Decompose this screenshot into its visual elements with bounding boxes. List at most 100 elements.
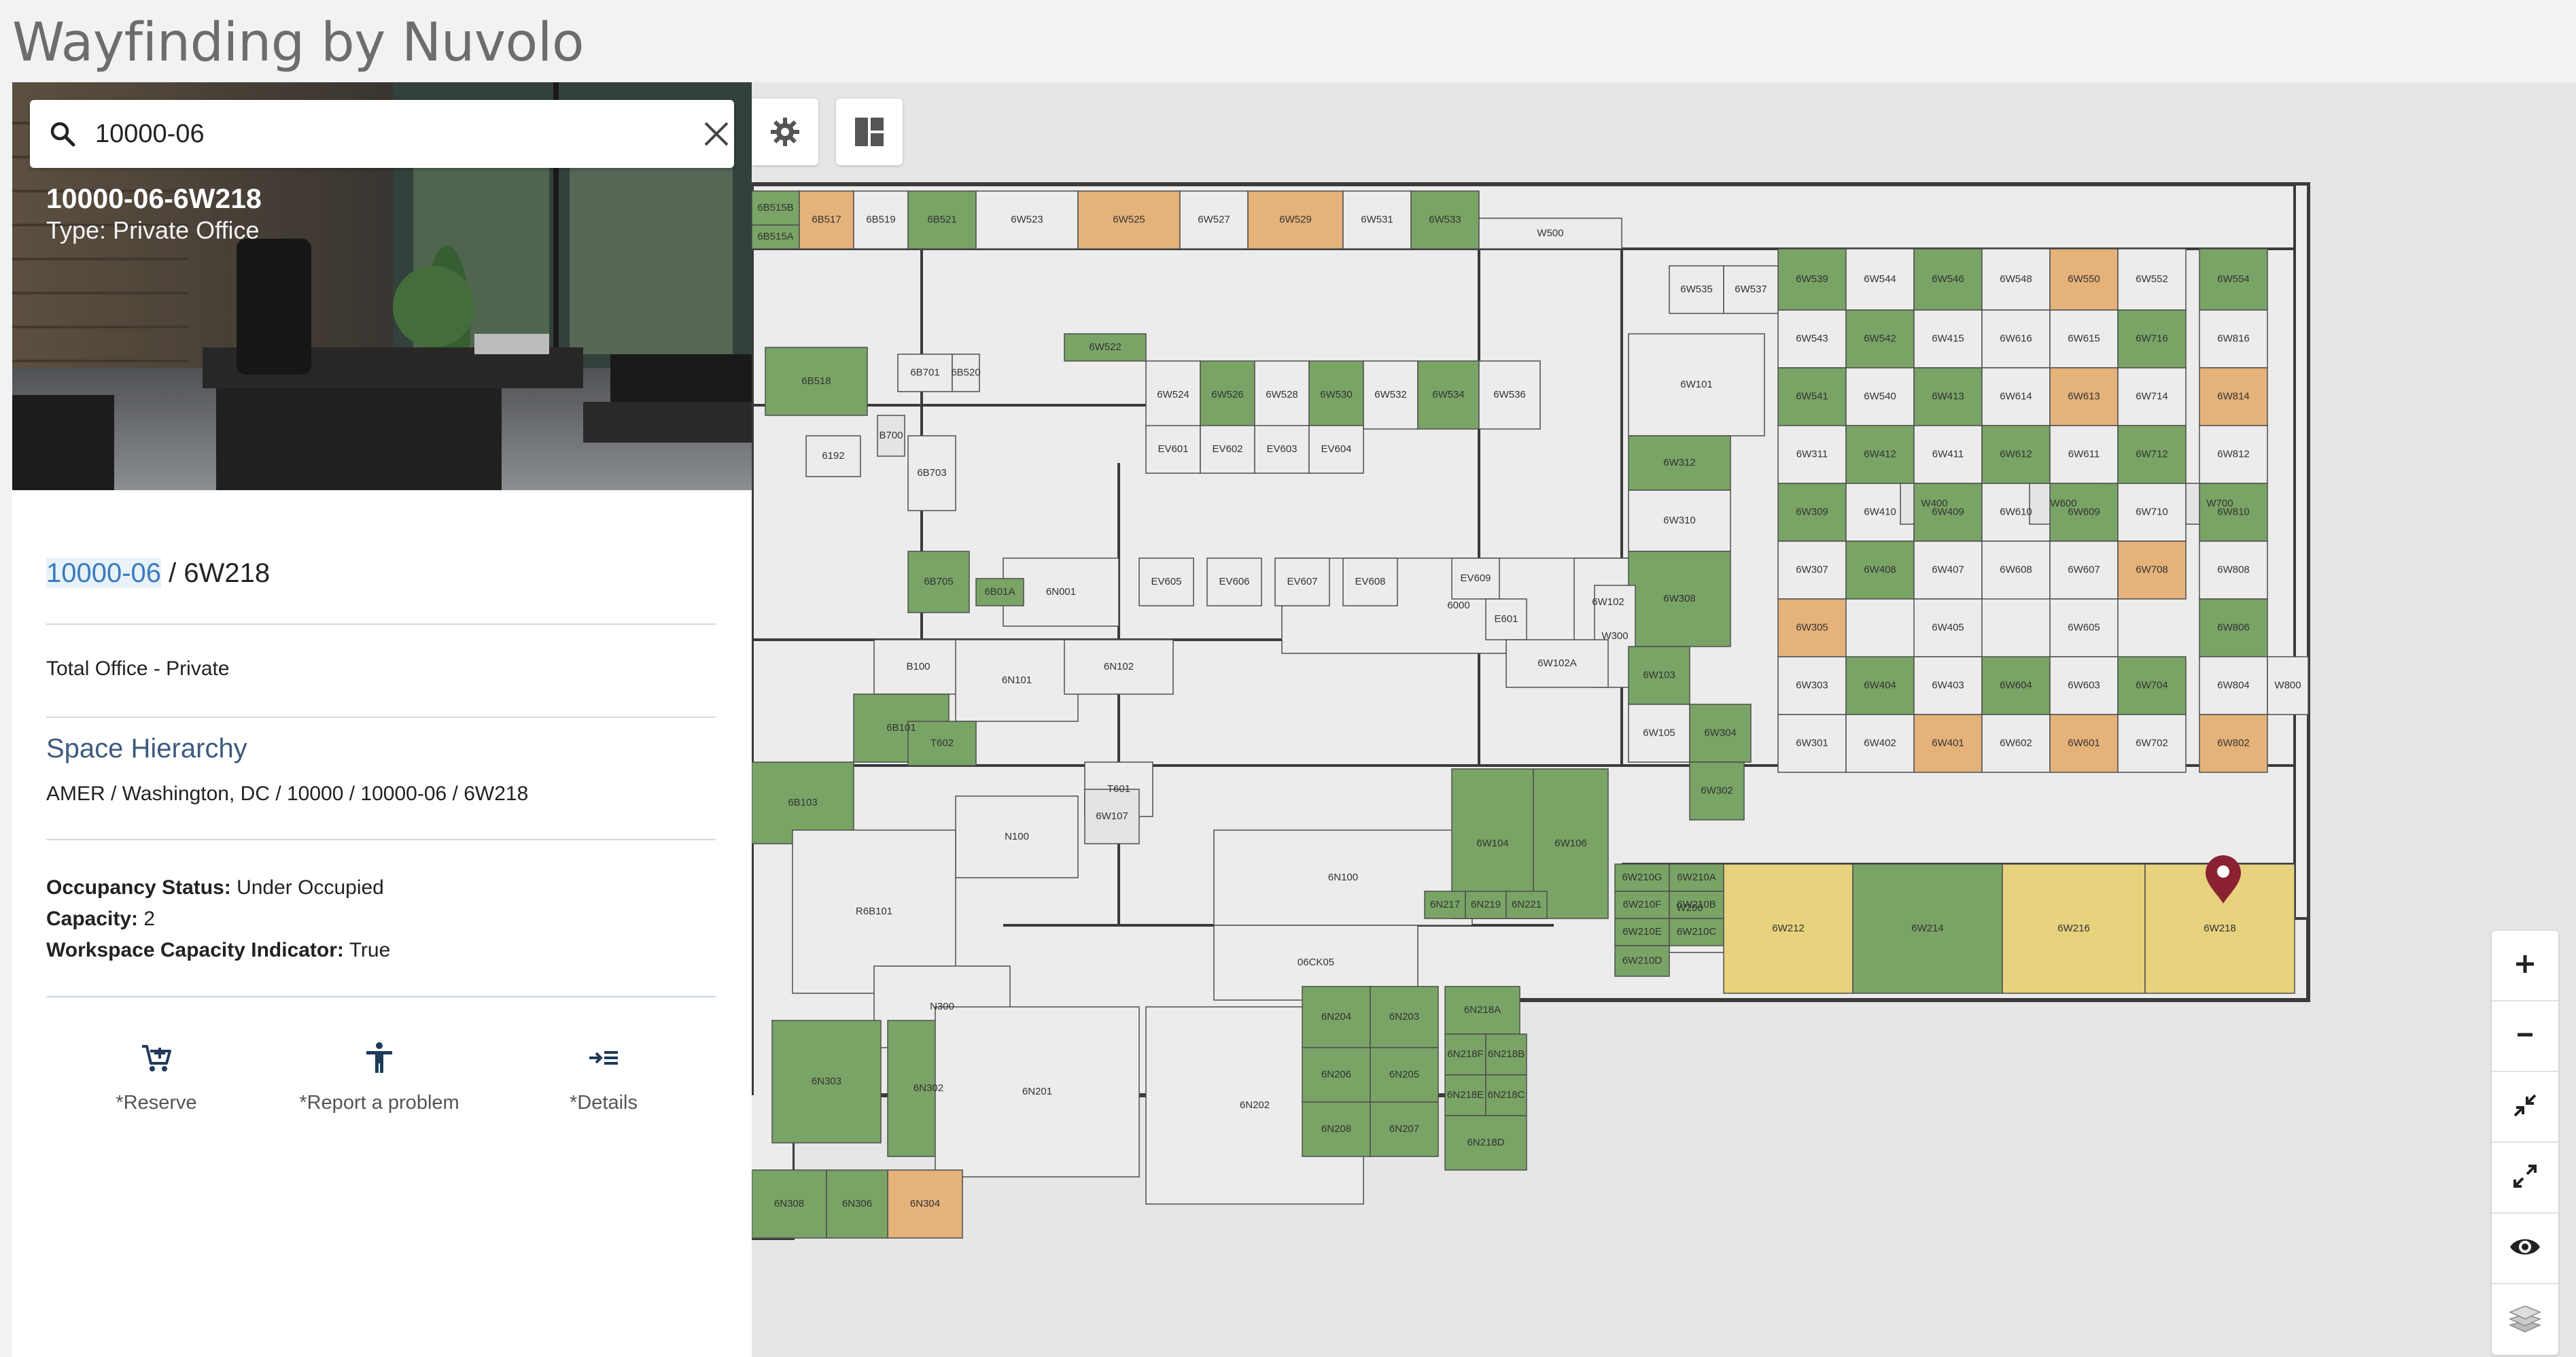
map-room-label: N100 [1005, 831, 1029, 842]
map-room-label: 6B103 [788, 797, 817, 808]
map-room-label: 6N204 [1321, 1011, 1351, 1023]
map-room-label: 6N100 [1328, 872, 1358, 883]
map-room-label: 6B519 [866, 213, 895, 225]
details-button[interactable]: *Details [522, 1041, 685, 1114]
zoom-out-button[interactable] [2492, 1001, 2558, 1068]
property-value: True [343, 939, 391, 961]
settings-button[interactable] [752, 99, 818, 165]
app-title: Wayfinding by Nuvolo [12, 12, 585, 73]
map-room-label: 6W541 [1796, 390, 1828, 402]
map-room-label: 6W102A [1537, 657, 1577, 669]
map-room-label: 6W408 [1864, 564, 1896, 575]
map-room-label: 6W410 [1864, 506, 1896, 517]
map-room-label: EV604 [1321, 443, 1351, 455]
space-hierarchy-path: AMER / Washington, DC / 10000 / 10000-06… [46, 783, 529, 805]
map-room-label: 6N102 [1104, 661, 1134, 672]
reserve-button[interactable]: *Reserve [75, 1041, 238, 1114]
layers-button[interactable] [2492, 1284, 2558, 1351]
map-room-label: 6W105 [1643, 727, 1675, 738]
map-room-label: 6W544 [1864, 273, 1896, 285]
map-room-label: 6N303 [812, 1076, 841, 1087]
map-room-label: 6W816 [2217, 332, 2250, 344]
collapse-button[interactable] [2492, 1072, 2558, 1139]
map-room-label: 6W104 [1476, 838, 1509, 849]
map-room-label: 6N207 [1389, 1123, 1419, 1135]
map-room-label: 6N101 [1002, 674, 1032, 686]
map-room-label: 6N308 [774, 1198, 804, 1209]
map-room-label: 6W802 [2217, 737, 2250, 749]
map-room-label: 6W543 [1796, 332, 1828, 344]
map-room-label: EV602 [1212, 443, 1242, 455]
map-room-label: 6W708 [2136, 564, 2168, 575]
map-room-label: 6B515A [757, 230, 793, 242]
expand-button[interactable] [2492, 1143, 2558, 1209]
property-key: Capacity: [46, 908, 139, 930]
map-room-label: 6W716 [2136, 332, 2168, 344]
gear-icon [771, 118, 799, 146]
map-room-label: W300 [1601, 630, 1628, 642]
map-room-label: 6W806 [2217, 621, 2250, 633]
map-room-label: 6W210D [1622, 955, 1663, 966]
map-room-label: 6W546 [1932, 273, 1964, 285]
map-room-label: 6W210F [1623, 899, 1662, 910]
details-list-icon [589, 1051, 618, 1065]
map-room-label: 6W210B [1677, 899, 1716, 910]
map-room-label: 6N219 [1471, 899, 1501, 910]
zoom-out-icon [2518, 1033, 2533, 1037]
map-room-label: 6W413 [1932, 390, 1964, 402]
map-room-label: 06CK05 [1298, 957, 1334, 968]
map-room-label: 6W403 [1932, 679, 1964, 691]
map-room-label: 6W608 [2000, 564, 2032, 575]
close-icon[interactable] [703, 120, 730, 148]
space-type-label: Total Office - Private [46, 657, 230, 680]
map-room-label: 6W710 [2136, 506, 2168, 517]
map-room-label: 6B101 [886, 722, 916, 734]
search-icon[interactable] [49, 120, 76, 148]
map-room-label: 6W311 [1796, 448, 1828, 460]
property-value: Under Occupied [230, 876, 384, 899]
map-room-label: B100 [906, 661, 930, 672]
map-room-label: 6W529 [1279, 213, 1312, 225]
map-room-label: 6N218B [1488, 1048, 1525, 1060]
map-room-label: 6W528 [1266, 389, 1298, 400]
map-room-label: 6W539 [1796, 273, 1828, 285]
divider [46, 623, 716, 625]
search-input[interactable] [95, 114, 680, 154]
divider [46, 839, 716, 840]
map-room-label: 6B517 [812, 213, 841, 225]
map-room-label: EV607 [1287, 576, 1317, 587]
map-room-label: 6W554 [2217, 273, 2250, 285]
report-problem-button[interactable]: *Report a problem [298, 1041, 461, 1114]
map-room-label: 6B515B [757, 202, 793, 213]
map-room-label: 6W603 [2068, 679, 2100, 691]
map-room-label: E601 [1494, 613, 1518, 625]
map-room-label: 6N206 [1321, 1069, 1351, 1080]
details-label: *Details [570, 1092, 638, 1114]
map-room-label: 6B701 [910, 366, 939, 378]
space-details-panel: 10000-06-6W218 Type: Private Office 1000… [12, 82, 752, 1357]
map-room-label: 6W102 [1592, 596, 1624, 608]
map-room-label: 6W605 [2068, 621, 2100, 633]
floor-map[interactable]: 6B515B 6B515A 6B517 6B519 6B521 6W523 6W525 6W5… [752, 82, 2576, 1357]
map-room-label: EV609 [1460, 572, 1491, 584]
map-room-label: 6000 [1447, 600, 1469, 611]
breadcrumb: 10000-06 / 6W218 [46, 558, 270, 589]
map-room-label: 6N001 [1046, 586, 1076, 598]
visibility-button[interactable] [2492, 1214, 2558, 1280]
map-room-label: 6W530 [1320, 389, 1353, 400]
breadcrumb-link-floor[interactable]: 10000-06 [46, 558, 162, 588]
map-room-label: 6192 [822, 450, 844, 462]
zoom-in-button[interactable] [2492, 931, 2558, 997]
workspace-capacity-indicator: Workspace Capacity Indicator: True [46, 939, 390, 962]
map-room-label: 6W210E [1622, 926, 1662, 938]
map-room-label: 6W552 [2136, 273, 2168, 285]
map-room-label: 6W704 [2136, 679, 2168, 691]
dashboard-layout-icon [855, 118, 884, 146]
floor-plan[interactable]: 6B515B 6B515A 6B517 6B519 6B521 6W523 6W525 6W5… [752, 82, 2576, 1357]
map-room-label: 6W305 [1796, 621, 1828, 633]
layout-button[interactable] [836, 99, 903, 165]
map-room-label: R6B101 [856, 906, 892, 917]
map-room-label: 6W542 [1864, 332, 1896, 344]
map-room-label: 6W548 [2000, 273, 2032, 285]
map-room-label: 6W814 [2217, 390, 2250, 402]
